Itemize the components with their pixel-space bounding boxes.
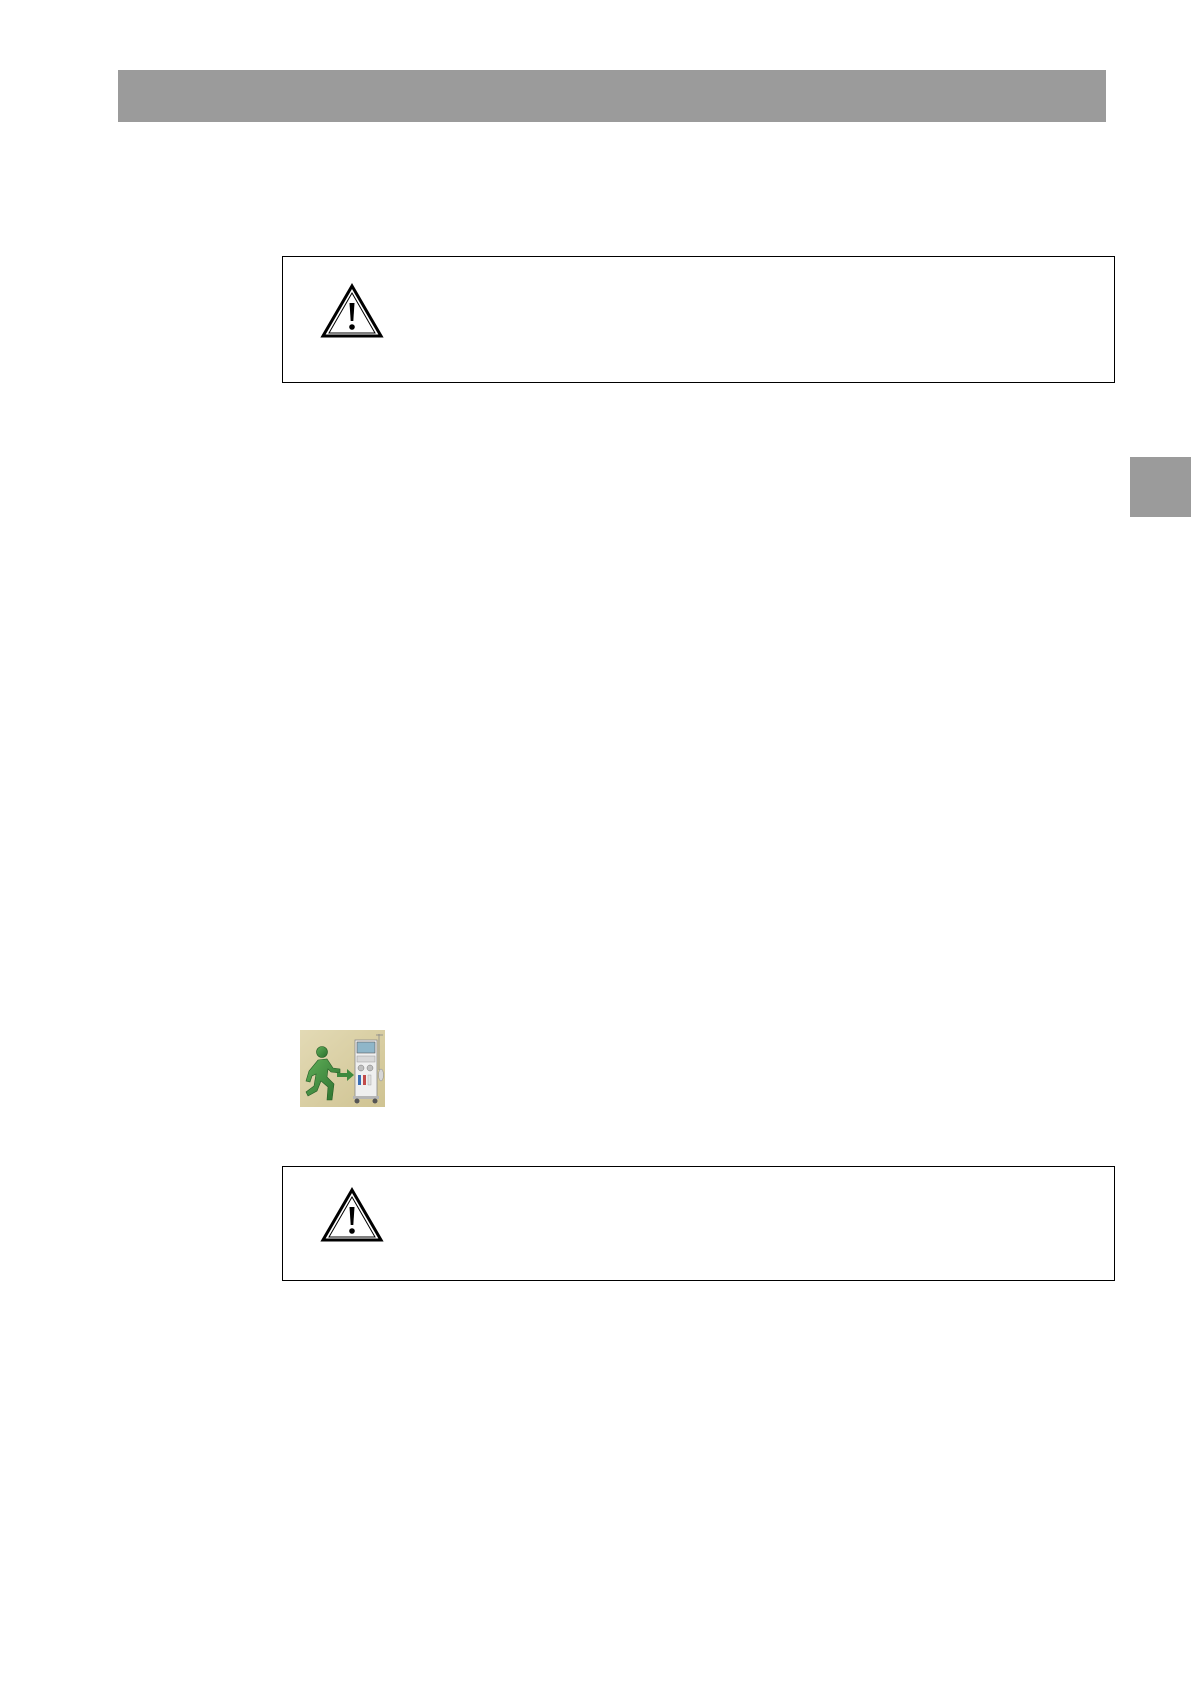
chapter-thumb-tab: [1130, 457, 1191, 517]
header-bar: [118, 70, 1106, 122]
warning-box: [282, 256, 1115, 383]
warning-triangle-icon: [320, 1187, 384, 1242]
warning-box: [282, 1166, 1115, 1281]
patient-to-machine-icon: [300, 1030, 385, 1107]
warning-triangle-icon: [320, 283, 384, 338]
